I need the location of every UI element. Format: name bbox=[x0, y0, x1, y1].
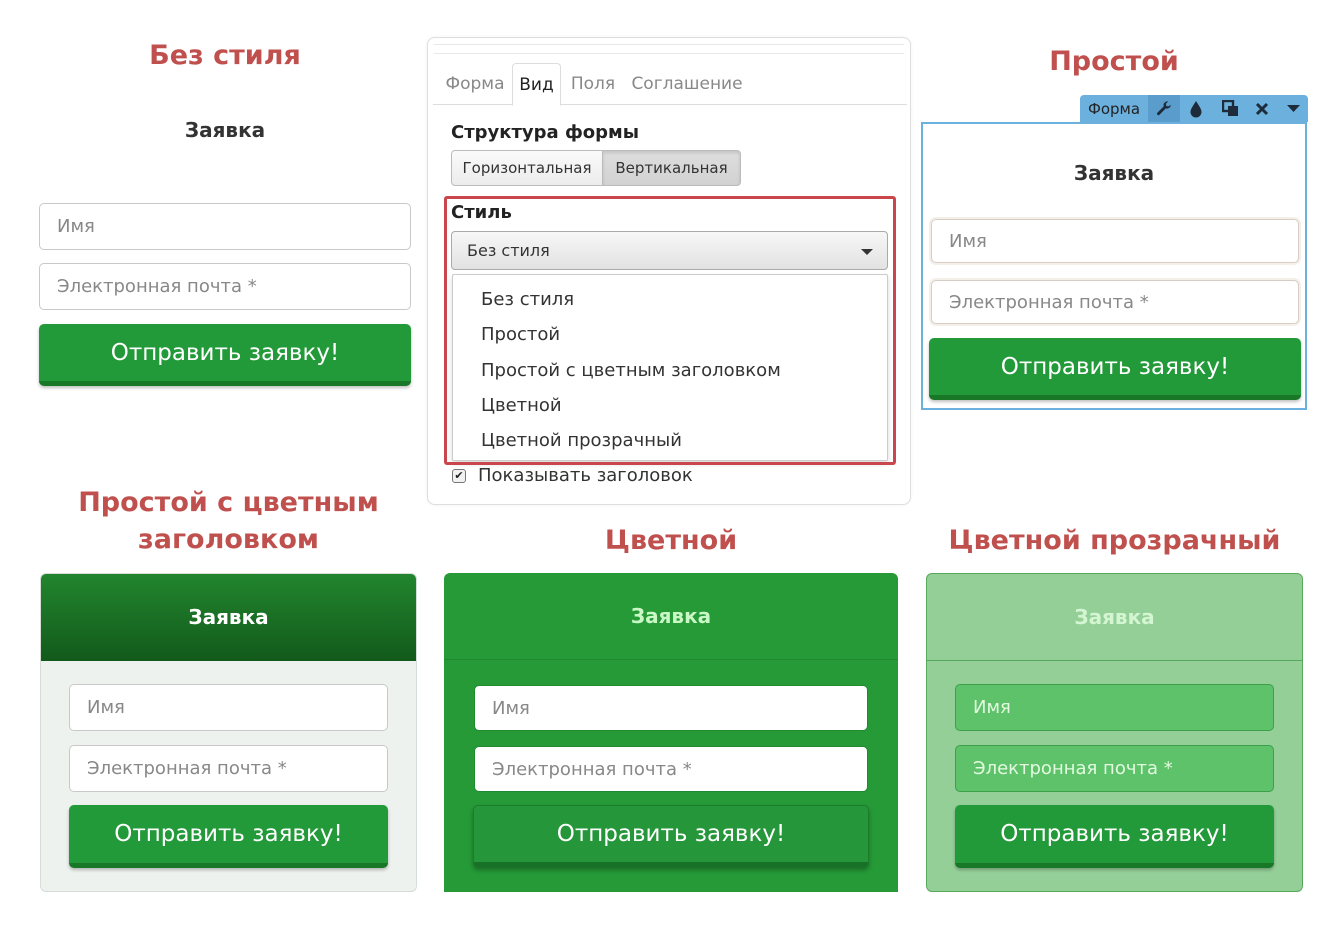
name-input[interactable]: Имя bbox=[69, 684, 388, 731]
duplicate-icon[interactable] bbox=[1214, 95, 1246, 122]
form-title: Заявка bbox=[184, 118, 266, 142]
caption-colored: Цветной bbox=[604, 525, 738, 556]
style-highlight-frame bbox=[444, 196, 896, 465]
widget-toolbar: Форма bbox=[1080, 95, 1308, 122]
caret-down-icon[interactable] bbox=[1278, 95, 1308, 122]
close-icon[interactable] bbox=[1246, 95, 1278, 122]
submit-button[interactable]: Отправить заявку! bbox=[39, 324, 411, 386]
email-input[interactable]: Электронная почта * bbox=[39, 263, 411, 310]
caption-colored-transparent: Цветной прозрачный bbox=[948, 525, 1281, 556]
card-header: Заявка bbox=[927, 574, 1302, 661]
name-input[interactable]: Имя bbox=[474, 685, 868, 731]
name-input[interactable]: Имя bbox=[39, 203, 411, 250]
email-input[interactable]: Электронная почта * bbox=[69, 745, 388, 792]
caption-no-style: Без стиля bbox=[149, 40, 301, 71]
structure-horizontal-button[interactable]: Горизонтальная bbox=[451, 150, 603, 186]
settings-tabs: Форма Вид Поля Соглашение bbox=[433, 63, 907, 106]
form-colored-transparent: Заявка Имя Электронная почта * Отправить… bbox=[926, 573, 1303, 892]
submit-button[interactable]: Отправить заявку! bbox=[929, 338, 1301, 400]
structure-label: Структура формы bbox=[451, 122, 640, 143]
card-header: Заявка bbox=[444, 573, 898, 660]
form-title: Заявка bbox=[630, 604, 712, 628]
name-input[interactable]: Имя bbox=[931, 219, 1299, 263]
card-header: Заявка bbox=[41, 574, 416, 661]
caption-simple-colored-header: Простой с цветным заголовком bbox=[40, 484, 417, 558]
toolbar-label: Форма bbox=[1087, 99, 1141, 118]
structure-vertical-button[interactable]: Вертикальная bbox=[602, 150, 741, 186]
show-title-label: Показывать заголовок bbox=[478, 465, 693, 486]
email-input[interactable]: Электронная почта * bbox=[474, 746, 868, 792]
tab-agreement[interactable]: Соглашение bbox=[629, 63, 745, 105]
form-simple-colored-header: Заявка Имя Электронная почта * Отправить… bbox=[40, 573, 417, 892]
tab-fields[interactable]: Поля bbox=[565, 63, 621, 105]
form-colored: Заявка Имя Электронная почта * Отправить… bbox=[444, 573, 898, 892]
caption-simple: Простой bbox=[1049, 46, 1179, 77]
form-title: Заявка bbox=[1074, 605, 1155, 629]
tab-view[interactable]: Вид bbox=[512, 63, 561, 106]
drop-icon[interactable] bbox=[1180, 95, 1212, 122]
form-title: Заявка bbox=[188, 605, 269, 629]
submit-button[interactable]: Отправить заявку! bbox=[955, 805, 1274, 868]
submit-button[interactable]: Отправить заявку! bbox=[69, 805, 388, 868]
form-simple: Заявка Имя Электронная почта * Отправить… bbox=[921, 122, 1307, 410]
form-title: Заявка bbox=[1073, 161, 1155, 185]
wrench-icon[interactable] bbox=[1148, 95, 1180, 122]
panel-header-lines bbox=[434, 44, 904, 54]
name-input[interactable]: Имя bbox=[955, 684, 1274, 731]
caption-line-1: Простой с цветным bbox=[78, 487, 379, 518]
show-title-checkbox[interactable]: ✔ bbox=[452, 469, 466, 483]
caption-line-2: заголовком bbox=[138, 524, 319, 555]
submit-button[interactable]: Отправить заявку! bbox=[473, 805, 869, 867]
email-input[interactable]: Электронная почта * bbox=[955, 745, 1274, 792]
tab-form[interactable]: Форма bbox=[439, 63, 511, 105]
email-input[interactable]: Электронная почта * bbox=[931, 280, 1299, 324]
